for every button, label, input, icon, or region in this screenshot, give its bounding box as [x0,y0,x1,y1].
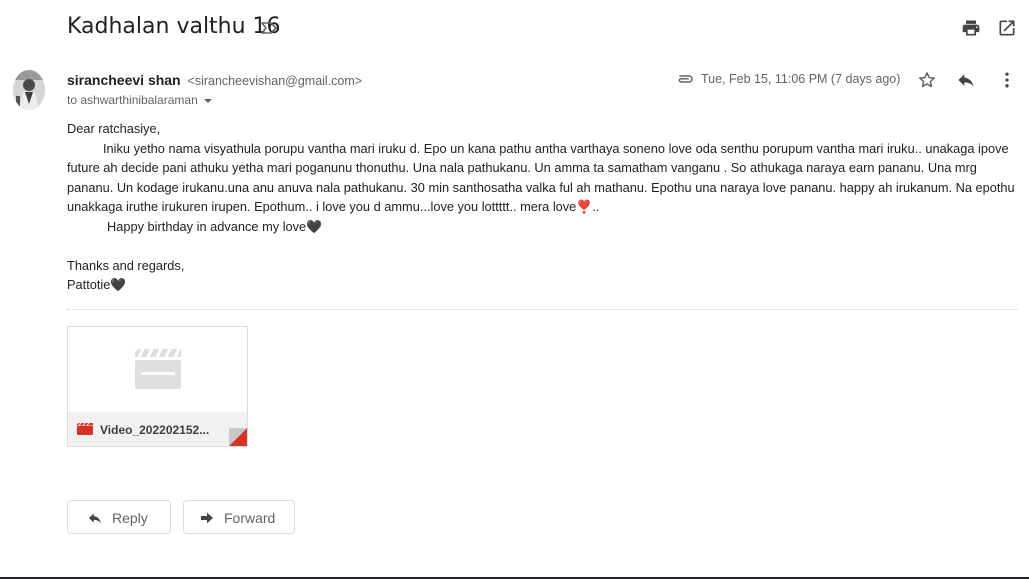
attachment-corner-fold [229,428,247,446]
video-file-icon [77,423,93,435]
sender-line: sirancheevi shan <sirancheevishan@gmail.… [67,72,362,88]
open-in-new-window-icon[interactable] [997,18,1017,38]
signature-text: Pattotie [67,277,111,292]
body-paragraph-text: Iniku yetho nama visyathula porupu vanth… [67,140,1015,215]
body-closing: Thanks and regards, [67,257,185,273]
attachment-card[interactable]: Video_202202152... [67,326,248,447]
reply-icon [89,513,101,524]
body-signature: Pattotie🖤 [67,275,1022,295]
email-date: Tue, Feb 15, 11:06 PM (7 days ago) [701,72,901,86]
star-outline-icon[interactable] [917,70,937,90]
recipient-details-toggle[interactable]: to ashwarthinibalaraman [67,93,212,107]
label-outline-icon[interactable] [260,20,278,36]
black-heart-emoji: 🖤 [306,218,323,234]
forward-icon [201,512,213,524]
print-icon[interactable] [961,18,981,38]
chevron-down-icon[interactable] [203,98,212,103]
body-birthday: Happy birthday in advance my love🖤 [67,217,1022,237]
reply-icon[interactable] [956,70,976,90]
reply-button-label: Reply [112,510,148,526]
reply-button[interactable]: Reply [67,500,171,534]
paperclip-icon [678,75,693,83]
body-paragraph-end: .. [592,199,600,214]
email-subject: Kadhalan valthu 16 [67,14,281,39]
email-body: Dear ratchasiye, Iniku yetho nama visyat… [67,119,1022,295]
body-birthday-text: Happy birthday in advance my love [107,218,307,234]
more-vertical-icon[interactable] [997,70,1017,90]
attachment-preview [68,327,247,412]
attachment-filename: Video_202202152... [100,423,210,437]
sender-name[interactable]: sirancheevi shan [67,72,181,88]
body-greeting: Dear ratchasiye, [67,121,161,136]
recipient-text: to ashwarthinibalaraman [67,93,198,107]
forward-button[interactable]: Forward [183,500,295,534]
body-paragraph: Iniku yetho nama visyathula porupu vanth… [67,139,1022,217]
video-clapperboard-icon [135,349,181,389]
attachment-divider [67,309,1017,310]
forward-button-label: Forward [224,510,276,526]
red-heart-emoji: ❣️ [576,199,593,214]
sender-email: <sirancheevishan@gmail.com> [187,74,363,88]
black-heart-emoji: 🖤 [110,277,127,292]
avatar[interactable] [13,70,45,110]
